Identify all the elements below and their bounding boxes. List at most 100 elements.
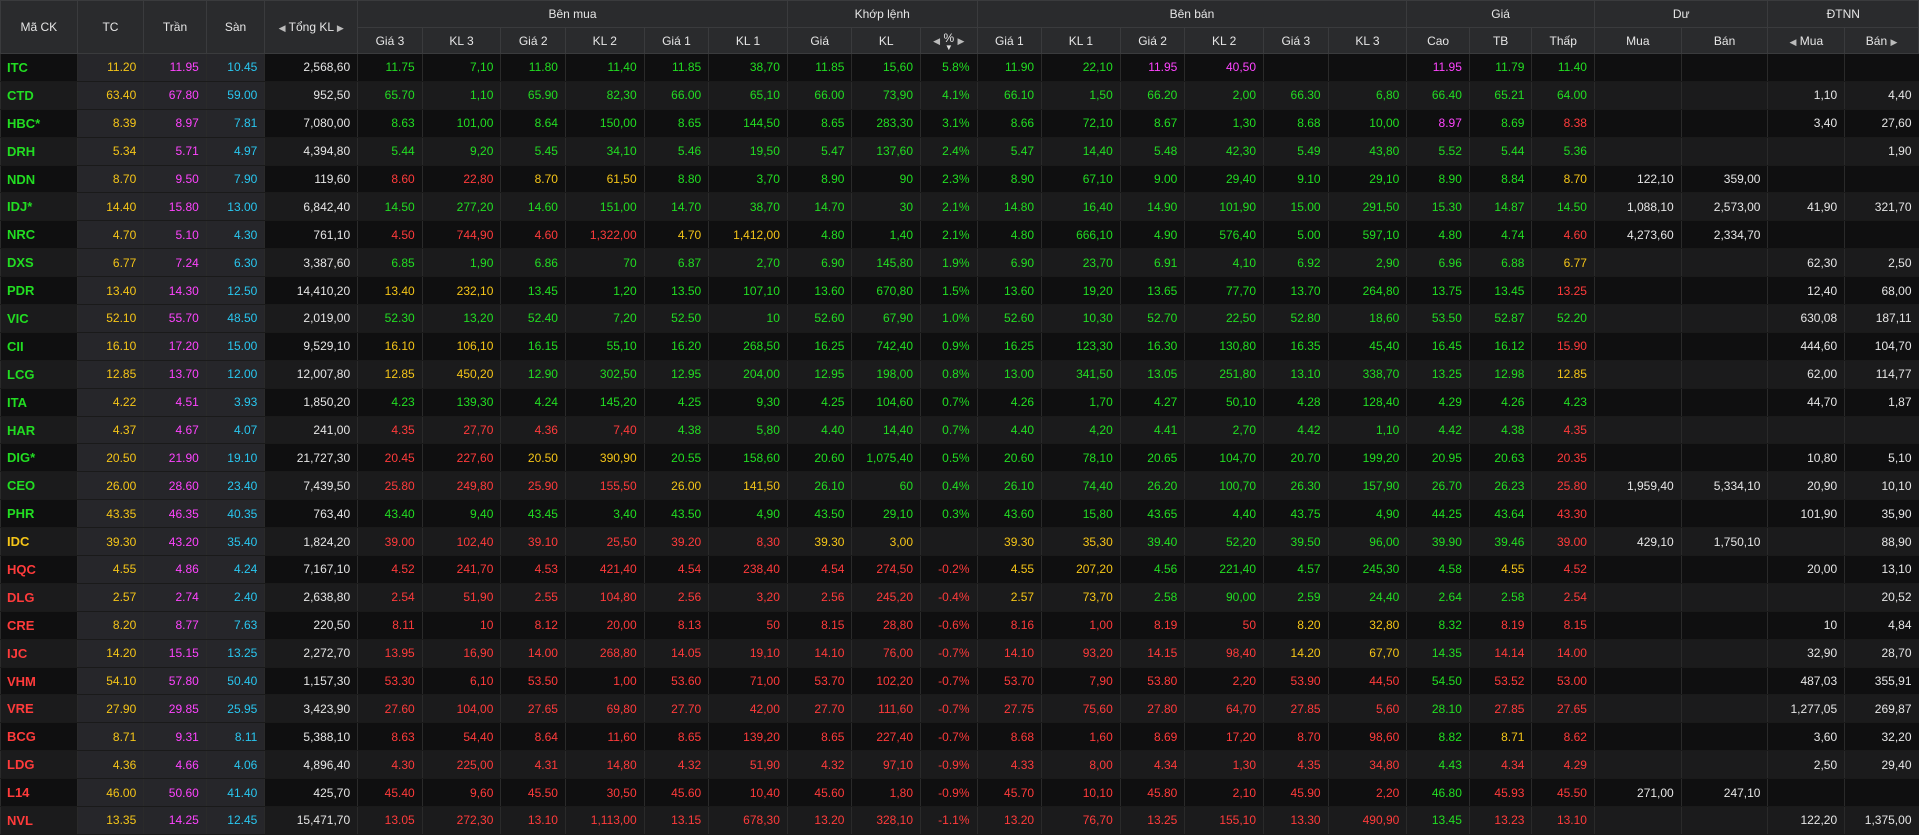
stock-row[interactable]: LDG 4.36 4.66 4.06 4,896,40 4.30 225,00 4.31 14,… <box>0 750 1919 780</box>
col-bid-price-1[interactable]: Giá 1 <box>643 27 710 54</box>
symbol-cell[interactable]: IDC <box>0 527 78 557</box>
symbol-cell[interactable]: ITC <box>0 53 78 82</box>
symbol-cell[interactable]: CEO <box>0 471 78 501</box>
stock-row[interactable]: ITC 11.20 11.95 10.45 2,568,60 11.75 7,10 11.80… <box>0 53 1919 82</box>
stock-row[interactable]: NVL 13.35 14.25 12.45 15,471,70 13.05 272,30 13… <box>0 806 1919 835</box>
stock-row[interactable]: PDR 13.40 14.30 12.50 14,410,20 13.40 232,10 13… <box>0 276 1919 306</box>
col-ask-price-2[interactable]: Giá 2 <box>1119 27 1186 54</box>
symbol-cell[interactable]: CTD <box>0 81 78 110</box>
stock-row[interactable]: CRE 8.20 8.77 7.63 220,50 8.11 10 8.12 20,00 8.13… <box>0 611 1919 640</box>
stock-row[interactable]: VHM 54.10 57.80 50.40 1,157,30 53.30 6,10 53.50… <box>0 667 1919 696</box>
col-remaining-sell[interactable]: Bán <box>1680 27 1769 54</box>
col-ask-price-1[interactable]: Giá 1 <box>976 27 1043 54</box>
col-ask-vol-3[interactable]: KL 3 <box>1327 27 1408 54</box>
col-reference[interactable]: TC <box>76 0 145 54</box>
symbol-cell[interactable]: HQC <box>0 555 78 584</box>
col-symbol[interactable]: Mã CK <box>0 0 78 54</box>
stock-row[interactable]: NRC 4.70 5.10 4.30 761,10 4.50 744,90 4.60 1,322… <box>0 220 1919 250</box>
stock-row[interactable]: NDN 8.70 9.50 7.90 119,60 8.60 22,80 8.70 61,50 8… <box>0 165 1919 194</box>
symbol-cell[interactable]: NVL <box>0 806 78 835</box>
col-bid-price-2[interactable]: Giá 2 <box>500 27 566 54</box>
symbol-cell[interactable]: IDJ* <box>0 192 78 222</box>
stock-row[interactable]: CEO 26.00 28.60 23.40 7,439,50 25.80 249,80 25.… <box>0 471 1919 501</box>
col-foreign-sell[interactable]: Bán ▶ <box>1844 27 1919 54</box>
bid-price-2-cell: 12.90 <box>500 360 566 389</box>
stock-row[interactable]: VRE 27.90 29.85 25.95 3,423,90 27.60 104,00 27.… <box>0 694 1919 724</box>
col-bid-vol-1[interactable]: KL 1 <box>708 27 788 54</box>
group-bid: Bên mua <box>357 0 788 28</box>
symbol-cell[interactable]: LCG <box>0 360 78 389</box>
symbol-cell[interactable]: BCG <box>0 722 78 752</box>
low-cell: 13.25 <box>1531 276 1595 306</box>
stock-row[interactable]: IDC 39.30 43.20 35.40 1,824,20 39.00 102,40 39.… <box>0 527 1919 557</box>
bid-vol-3-cell: 1,90 <box>421 248 501 278</box>
arrow-right-icon[interactable]: ▶ <box>1890 37 1897 48</box>
foreign-sell-cell: 1,375,00 <box>1844 806 1919 835</box>
symbol-cell[interactable]: VHM <box>0 667 78 696</box>
sort-desc-icon[interactable]: ▼ <box>943 43 954 51</box>
col-high[interactable]: Cao <box>1406 27 1470 54</box>
symbol-cell[interactable]: CRE <box>0 611 78 640</box>
col-bid-price-3[interactable]: Giá 3 <box>357 27 423 54</box>
col-bid-vol-2[interactable]: KL 2 <box>564 27 645 54</box>
symbol-cell[interactable]: L14 <box>0 778 78 808</box>
stock-row[interactable]: L14 46.00 50.60 41.40 425,70 45.40 9,60 45.50 30… <box>0 778 1919 808</box>
stock-row[interactable]: DIG* 20.50 21.90 19.10 21,727,30 20.45 227,60 2… <box>0 443 1919 473</box>
stock-row[interactable]: ITA 4.22 4.51 3.93 1,850,20 4.23 139,30 4.24 145… <box>0 388 1919 417</box>
col-ask-price-3[interactable]: Giá 3 <box>1263 27 1329 54</box>
stock-row[interactable]: CTD 63.40 67.80 59.00 952,50 65.70 1,10 65.90 82… <box>0 81 1919 110</box>
arrow-right-icon[interactable]: ▶ <box>337 23 344 34</box>
symbol-cell[interactable]: IJC <box>0 639 78 668</box>
col-ask-vol-2[interactable]: KL 2 <box>1184 27 1265 54</box>
col-match-vol[interactable]: KL <box>851 27 922 54</box>
symbol-cell[interactable]: DXS <box>0 248 78 278</box>
stock-row[interactable]: LCG 12.85 13.70 12.00 12,007,80 12.85 450,20 12… <box>0 360 1919 389</box>
stock-row[interactable]: BCG 8.71 9.31 8.11 5,388,10 8.63 54,40 8.64 11,6… <box>0 722 1919 752</box>
arrow-left-icon[interactable]: ◀ <box>279 23 286 34</box>
col-low[interactable]: Thấp <box>1531 27 1595 54</box>
col-ask-vol-1[interactable]: KL 1 <box>1041 27 1121 54</box>
arrow-right-icon[interactable]: ▶ <box>957 36 964 47</box>
col-total-volume[interactable]: ◀ Tổng KL ▶ <box>264 0 359 54</box>
col-ceiling[interactable]: Trần <box>143 0 207 54</box>
reference-cell: 8.71 <box>76 722 144 752</box>
col-change-pct[interactable]: ◀ % ▼ ▶ <box>920 27 978 54</box>
stock-row[interactable]: CII 16.10 17.20 15.00 9,529,10 16.10 106,10 16.… <box>0 332 1919 361</box>
symbol-cell[interactable]: PDR <box>0 276 78 306</box>
stock-row[interactable]: DXS 6.77 7.24 6.30 3,387,60 6.85 1,90 6.86 70 6.8… <box>0 248 1919 278</box>
col-floor[interactable]: Sàn <box>205 0 266 54</box>
reference-cell: 5.34 <box>76 137 144 166</box>
stock-row[interactable]: DRH 5.34 5.71 4.97 4,394,80 5.44 9,20 5.45 34,10… <box>0 137 1919 166</box>
symbol-cell[interactable]: DIG* <box>0 443 78 473</box>
stock-row[interactable]: HBC* 8.39 8.97 7.81 7,080,00 8.63 101,00 8.64 15… <box>0 109 1919 138</box>
col-bid-vol-3[interactable]: KL 3 <box>421 27 502 54</box>
stock-row[interactable]: HAR 4.37 4.67 4.07 241,00 4.35 27,70 4.36 7,40 4.… <box>0 416 1919 445</box>
change-pct-cell: -0.7% <box>920 667 978 696</box>
total-volume-cell: 4,394,80 <box>264 137 358 166</box>
ask-price-3-cell: 66.30 <box>1263 81 1329 110</box>
symbol-cell[interactable]: VIC <box>0 304 78 333</box>
col-average[interactable]: TB <box>1468 27 1533 54</box>
arrow-left-icon[interactable]: ◀ <box>1790 37 1797 48</box>
col-match-price[interactable]: Giá <box>786 27 853 54</box>
stock-row[interactable]: IJC 14.20 15.15 13.25 2,272,70 13.95 16,90 14.0… <box>0 639 1919 668</box>
symbol-cell[interactable]: HBC* <box>0 109 78 138</box>
symbol-cell[interactable]: NRC <box>0 220 78 250</box>
col-remaining-buy[interactable]: Mua <box>1593 27 1682 54</box>
symbol-cell[interactable]: NDN <box>0 165 78 194</box>
symbol-cell[interactable]: VRE <box>0 694 78 724</box>
symbol-cell[interactable]: DRH <box>0 137 78 166</box>
symbol-cell[interactable]: HAR <box>0 416 78 445</box>
symbol-cell[interactable]: CII <box>0 332 78 361</box>
stock-row[interactable]: DLG 2.57 2.74 2.40 2,638,80 2.54 51,90 2.55 104,… <box>0 583 1919 612</box>
stock-row[interactable]: IDJ* 14.40 15.80 13.00 6,842,40 14.50 277,20 14… <box>0 192 1919 222</box>
stock-row[interactable]: HQC 4.55 4.86 4.24 7,167,10 4.52 241,70 4.53 421… <box>0 555 1919 584</box>
symbol-cell[interactable]: LDG <box>0 750 78 780</box>
arrow-left-icon[interactable]: ◀ <box>933 36 940 47</box>
stock-row[interactable]: VIC 52.10 55.70 48.50 2,019,00 52.30 13,20 52.4… <box>0 304 1919 333</box>
col-foreign-buy[interactable]: ◀ Mua <box>1767 27 1846 54</box>
stock-row[interactable]: PHR 43.35 46.35 40.35 763,40 43.40 9,40 43.45 3,… <box>0 499 1919 529</box>
symbol-cell[interactable]: ITA <box>0 388 78 417</box>
symbol-cell[interactable]: DLG <box>0 583 78 612</box>
symbol-cell[interactable]: PHR <box>0 499 78 529</box>
